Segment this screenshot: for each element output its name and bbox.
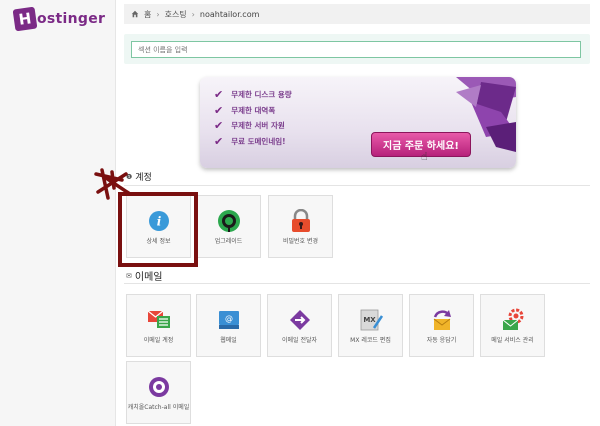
check-icon: ✔	[214, 134, 224, 148]
hostinger-logo[interactable]: H ostinger	[12, 6, 106, 32]
tile-catch-all-email[interactable]: 캐치올Catch-all 이메일	[126, 361, 191, 424]
banner-feature: ✔ 무료 도메인네임!	[214, 134, 286, 148]
breadcrumb-domain: noahtailor.com	[199, 9, 260, 19]
tile-change-password[interactable]: 비밀번호 변경	[268, 195, 333, 258]
tile-label: 캐치올Catch-all 이메일	[127, 404, 190, 411]
check-icon: ✔	[214, 103, 224, 117]
banner-feature: ✔ 무제한 대역폭	[214, 103, 276, 117]
lock-icon	[289, 209, 313, 233]
breadcrumb-separator: ›	[156, 9, 160, 19]
tile-label: 업그레이드	[214, 238, 243, 245]
annotation-star-icon	[94, 168, 132, 200]
logo-mark: H	[12, 6, 38, 32]
banner-feature: ✔ 무제한 서버 자원	[214, 119, 285, 133]
email-accounts-icon	[147, 308, 171, 332]
tile-label: 웹메일	[220, 337, 237, 344]
email-small-icon: ✉	[126, 271, 132, 280]
tile-label: MX 레코드 편집	[350, 337, 391, 344]
breadcrumb-hosting[interactable]: 호스팅	[165, 9, 187, 20]
tile-label: 메일 서비스 관리	[491, 337, 534, 344]
home-icon[interactable]	[131, 10, 139, 18]
promo-banner[interactable]: ✔ 무제한 디스크 용량 ✔ 무제한 대역폭 ✔ 무제한 서버 자원 ✔ 무료 도메인네…	[200, 77, 516, 168]
annotation-highlight-box	[118, 192, 198, 267]
forwarder-icon	[288, 308, 312, 332]
check-icon: ✔	[214, 88, 224, 102]
breadcrumb-home[interactable]: 홈	[144, 9, 151, 20]
tile-label: 이메일 계정	[143, 337, 174, 344]
breadcrumb-separator: ›	[191, 9, 195, 19]
search-bar	[124, 34, 590, 64]
mail-settings-icon	[501, 308, 525, 332]
banner-feature: ✔ 무제한 디스크 용량	[214, 88, 292, 102]
section-divider	[124, 283, 590, 284]
tile-label: 자동 응답기	[426, 337, 457, 344]
check-icon: ✔	[214, 119, 224, 133]
tile-email-forwarders[interactable]: 이메일 전달자	[267, 294, 332, 357]
mx-record-icon: MX	[359, 308, 383, 332]
tile-autoresponder[interactable]: 자동 응답기	[409, 294, 474, 357]
tile-email-accounts[interactable]: 이메일 계정	[126, 294, 191, 357]
tile-upgrade[interactable]: 업그레이드	[196, 195, 261, 258]
email-section-title: ✉ 이메일	[126, 271, 163, 284]
catch-all-icon	[147, 375, 171, 399]
svg-text:MX: MX	[363, 316, 376, 324]
section-search-input[interactable]	[131, 41, 581, 58]
autoresponder-icon	[430, 308, 454, 332]
logo-text: ostinger	[37, 11, 106, 27]
banner-feature-list: ✔ 무제한 디스크 용량 ✔ 무제한 대역폭 ✔ 무제한 서버 자원 ✔ 무료 도메인네…	[214, 87, 292, 149]
hand-cursor-icon: ☝	[421, 150, 428, 163]
upgrade-icon	[217, 209, 241, 233]
tile-label: 이메일 전달자	[281, 337, 318, 344]
sidebar: H ostinger	[0, 0, 116, 426]
tile-mx-record[interactable]: MX MX 레코드 편집	[338, 294, 403, 357]
svg-text:@: @	[225, 314, 233, 323]
section-divider	[124, 185, 590, 186]
tile-mail-service-management[interactable]: 메일 서비스 관리	[480, 294, 545, 357]
webmail-icon: @	[217, 308, 241, 332]
breadcrumb: 홈 › 호스팅 › noahtailor.com	[124, 4, 590, 24]
tile-webmail[interactable]: @ 웹메일	[196, 294, 261, 357]
tile-label: 비밀번호 변경	[282, 238, 319, 245]
